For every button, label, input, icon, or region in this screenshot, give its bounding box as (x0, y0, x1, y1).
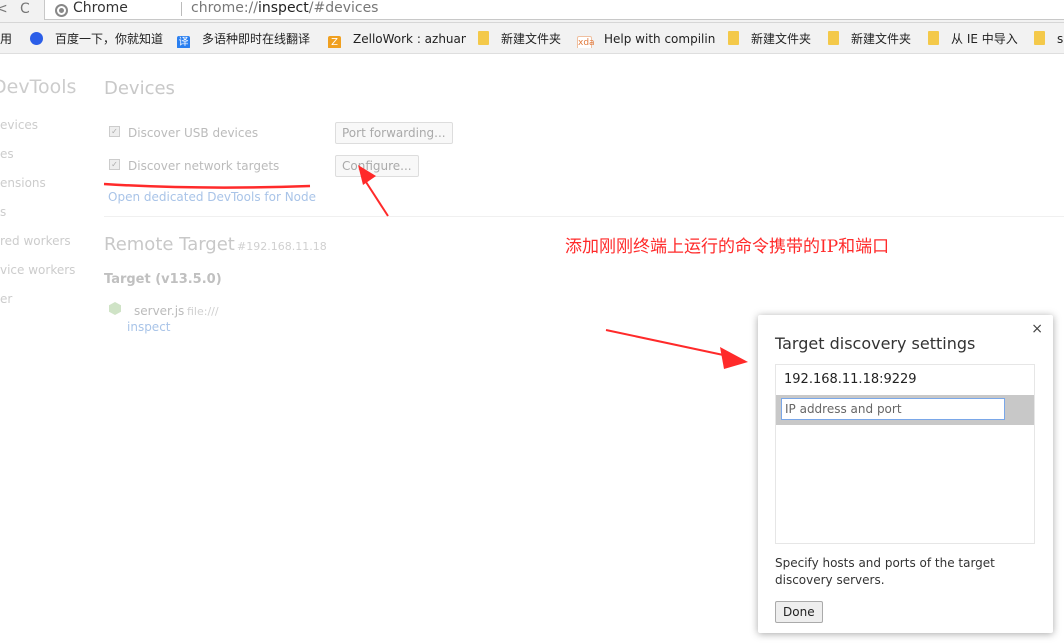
list-item[interactable]: 192.168.11.18:9229 (776, 365, 1034, 395)
bookmark-apps[interactable]: 应用 (0, 30, 18, 48)
bookmark-folder-1[interactable]: 新建文件夹 (478, 30, 570, 48)
target-file-url: file:/// (187, 305, 219, 318)
bookmark-label: ZelloWork : azhuan (353, 32, 466, 46)
close-icon[interactable]: × (1031, 321, 1043, 337)
bookmark-zellowork[interactable]: Z ZelloWork : azhuan (328, 30, 466, 48)
bookmark-xda[interactable]: xda Help with compilin (577, 30, 715, 48)
bookmark-translate[interactable]: 译多语种即时在线翻译 (177, 30, 315, 48)
bookmarks-bar: 应用 百度一下，你就知道 译多语种即时在线翻译 Z ZelloWork : azh… (0, 23, 1064, 54)
bookmark-folder-2[interactable]: 新建文件夹 (728, 30, 820, 48)
section-divider (104, 216, 1064, 217)
zello-icon: Z (328, 36, 341, 48)
sidebar-item-service-workers[interactable]: vice workers (0, 263, 75, 277)
inspect-link[interactable]: inspect (127, 320, 171, 334)
xda-icon: xda (577, 36, 595, 48)
url-text[interactable]: chrome://inspect/#devices (191, 0, 378, 17)
target-version-label: Target (v13.5.0) (104, 272, 222, 287)
folder-icon (1034, 31, 1045, 45)
bookmark-label: s (1057, 32, 1064, 46)
sidebar-item-extensions[interactable]: ensions (0, 176, 46, 190)
bookmark-baidu[interactable]: 百度一下，你就知道 (30, 30, 172, 48)
bookmark-label: 百度一下，你就知道 (55, 32, 164, 46)
remote-target-title: Remote Target (104, 234, 235, 255)
folder-icon (728, 31, 739, 45)
network-checkbox[interactable]: ✓ (109, 159, 120, 170)
configure-button[interactable]: Configure... (335, 155, 419, 177)
usb-label: Discover USB devices (128, 126, 259, 140)
done-button[interactable]: Done (775, 601, 823, 623)
port-forwarding-button[interactable]: Port forwarding... (335, 122, 453, 144)
folder-icon (478, 31, 489, 45)
dialog-description: Specify hosts and ports of the target di… (775, 556, 995, 587)
bookmark-label: 从 IE 中导入 (951, 32, 1018, 46)
nodejs-icon (109, 302, 121, 315)
ip-port-input[interactable] (781, 398, 1005, 420)
url-rest: /#devices (308, 0, 379, 16)
folder-icon (828, 31, 839, 45)
sidebar-item-other[interactable]: er (0, 292, 12, 306)
sidebar-item-shared-workers[interactable]: red workers (0, 234, 71, 248)
bookmark-label: 新建文件夹 (851, 32, 912, 46)
bookmark-label: 新建文件夹 (751, 32, 812, 46)
node-devtools-link[interactable]: Open dedicated DevTools for Node (108, 190, 316, 204)
network-label: Discover network targets (128, 159, 280, 173)
sidebar-item-devices[interactable]: evices (0, 118, 38, 132)
back-button[interactable]: < (0, 0, 8, 20)
sidebar-item-pages[interactable]: es (0, 147, 14, 161)
translate-icon: 译 (177, 36, 190, 48)
url-prefix: chrome:// (191, 0, 258, 16)
site-label: Chrome (73, 0, 128, 16)
bookmark-label: 多语种即时在线翻译 (202, 32, 311, 46)
bookmark-label: Help with compilin (604, 32, 715, 46)
browser-toolbar: < C Chrome chrome://inspect/#devices (0, 0, 1064, 23)
sidebar-title: DevTools (0, 76, 77, 98)
address-bar[interactable]: Chrome chrome://inspect/#devices (44, 0, 1064, 20)
bookmark-folder-3[interactable]: 新建文件夹 (828, 30, 920, 48)
folder-icon (928, 31, 939, 45)
annotation-text: 添加刚刚终端上运行的命令携带的IP和端口 (565, 237, 890, 257)
chrome-logo-icon (55, 4, 68, 17)
omnibox-divider (181, 2, 182, 16)
target-discovery-dialog: × Target discovery settings 192.168.11.1… (758, 315, 1053, 633)
bookmark-label: 新建文件夹 (501, 32, 562, 46)
bookmark-import-ie[interactable]: 从 IE 中导入 (928, 30, 1028, 48)
url-host: inspect (258, 0, 309, 16)
reload-button[interactable]: C (20, 0, 30, 20)
dialog-title: Target discovery settings (775, 334, 976, 353)
usb-checkbox[interactable]: ✓ (109, 126, 120, 137)
bookmark-label: 应用 (0, 32, 13, 46)
baidu-icon (30, 32, 43, 45)
devices-title: Devices (104, 78, 175, 99)
new-entry-row (776, 395, 1034, 425)
target-file-name: server.js (134, 304, 185, 318)
bookmark-folder-4[interactable]: s (1034, 30, 1064, 48)
sidebar-item-apps[interactable]: s (0, 205, 6, 219)
remote-target-ip: #192.168.11.18 (237, 240, 327, 253)
discovery-target-list: 192.168.11.18:9229 (775, 364, 1035, 544)
